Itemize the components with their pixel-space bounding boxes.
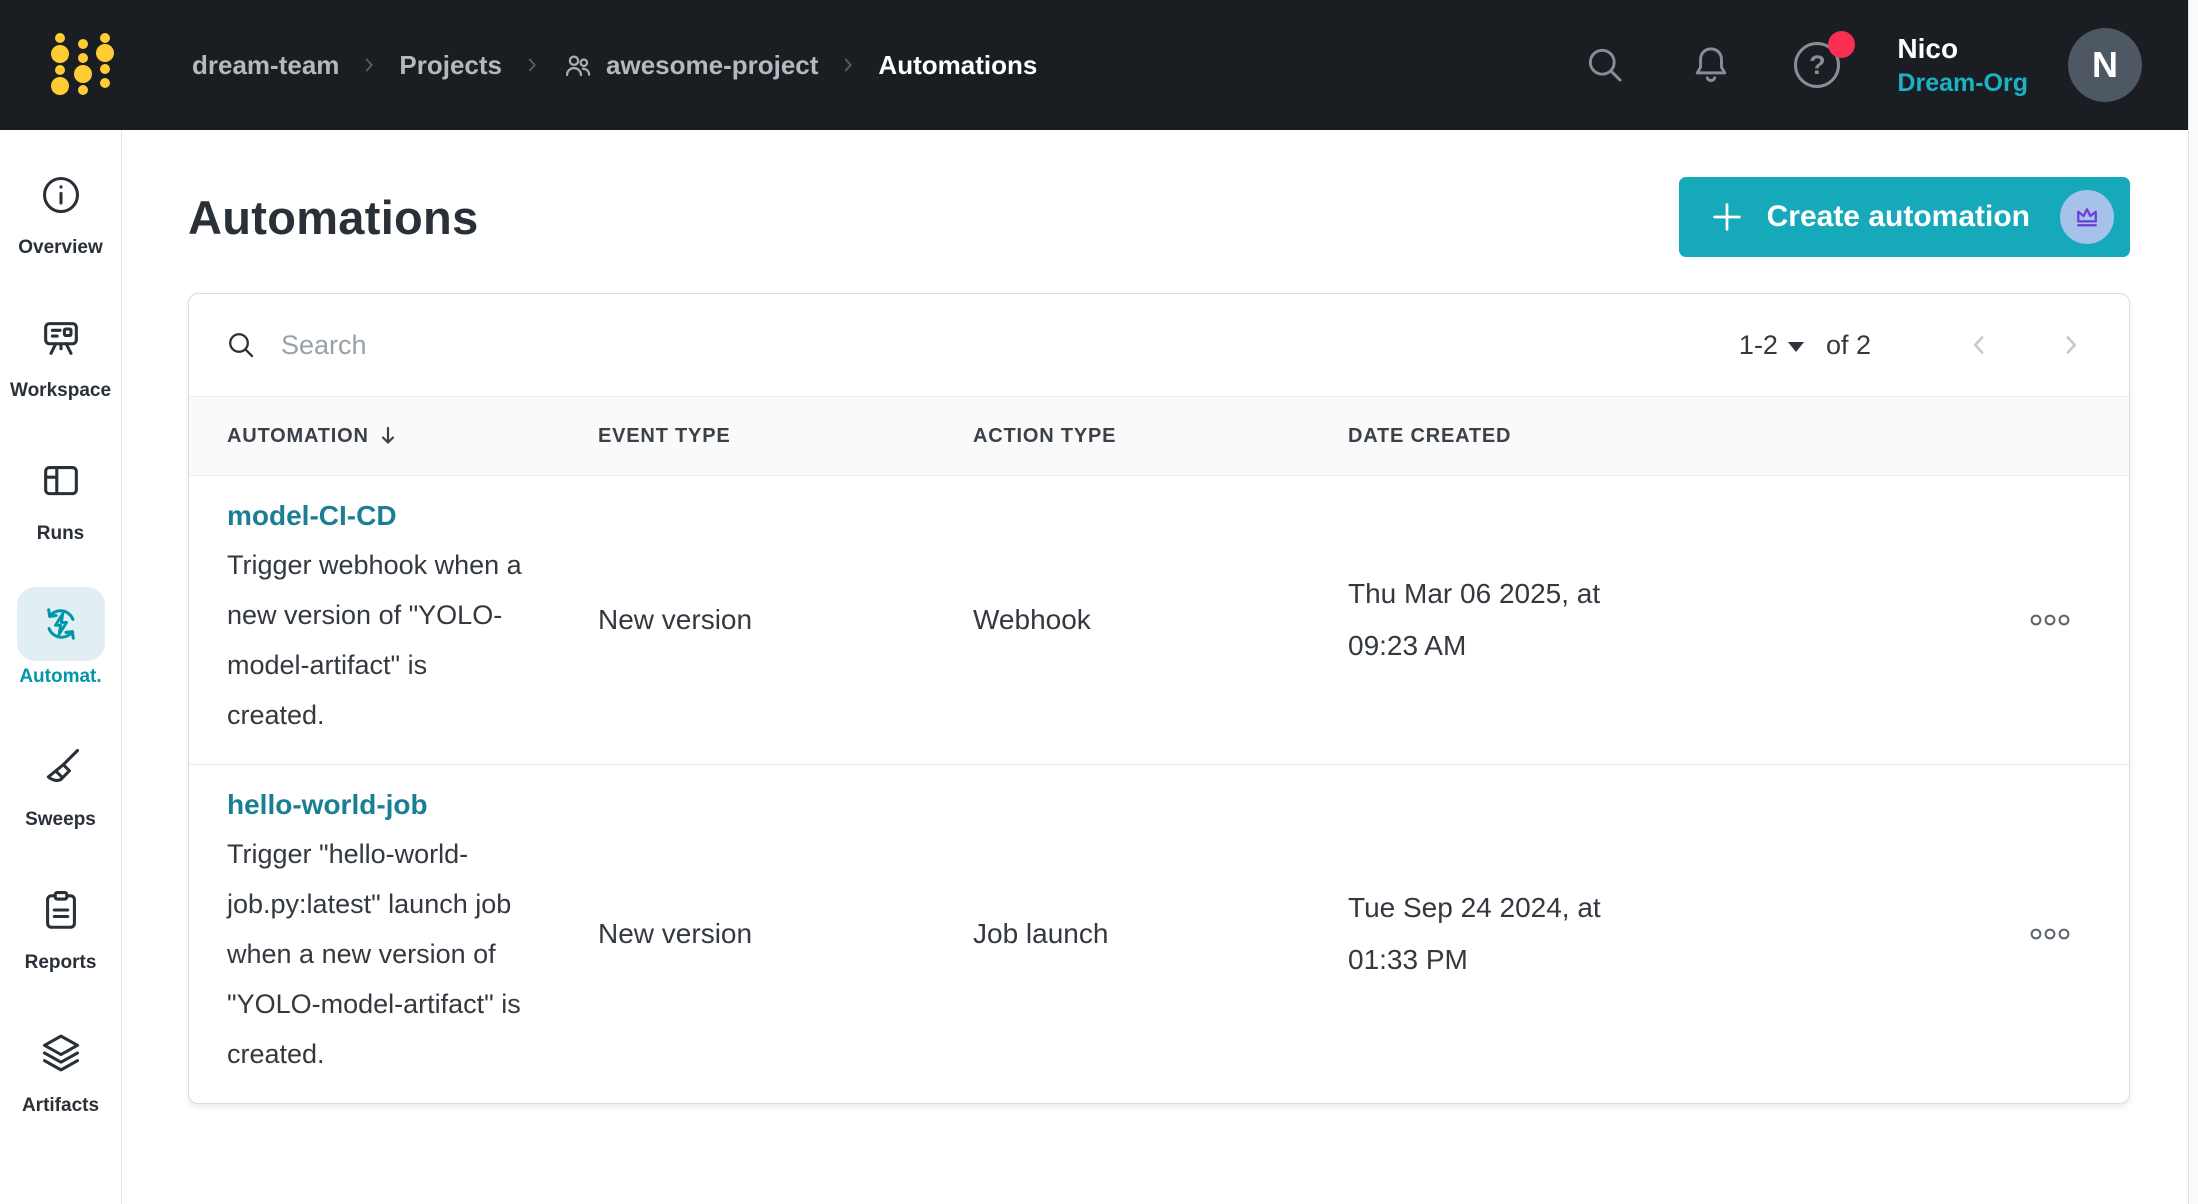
create-automation-button[interactable]: Create automation: [1679, 177, 2130, 257]
notifications-button[interactable]: [1685, 39, 1737, 91]
user-org: Dream-Org: [1897, 69, 2028, 98]
three-dots-menu-icon: [2029, 613, 2071, 627]
breadcrumb-project[interactable]: awesome-project: [562, 49, 818, 81]
crown-icon: [2072, 202, 2102, 232]
automation-name-link[interactable]: model-CI-CD: [227, 500, 598, 532]
sidebar-item-label: Workspace: [10, 380, 111, 402]
sidebar-item-label: Reports: [25, 952, 97, 974]
sidebar-item-runs[interactable]: Runs: [17, 444, 105, 545]
sidebar-icon-pill: [17, 158, 105, 232]
table-row: model-CI-CD Trigger webhook when a new v…: [189, 476, 2129, 764]
create-automation-label: Create automation: [1767, 200, 2030, 234]
sidebar-icon-pill: [17, 301, 105, 375]
top-navbar: dream-team Projects awesome-project: [0, 0, 2188, 130]
breadcrumb-team[interactable]: dream-team: [192, 50, 339, 81]
action-type-cell: Job launch: [973, 789, 1348, 1079]
automation-description: Trigger "hello-world-job.py:latest" laun…: [227, 829, 523, 1079]
row-menu-button[interactable]: [2023, 921, 2077, 947]
search-button[interactable]: [1579, 39, 1631, 91]
automations-table-card: 1-2 of 2 AUTOMAT: [188, 293, 2130, 1104]
sidebar-item-reports[interactable]: Reports: [17, 873, 105, 974]
chevron-left-icon: [1964, 330, 1994, 360]
premium-badge: [2060, 190, 2114, 244]
artifacts-layers-icon: [38, 1030, 84, 1076]
search-icon: [225, 329, 257, 361]
sidebar-item-overview[interactable]: Overview: [17, 158, 105, 259]
table-row: hello-world-job Trigger "hello-world-job…: [189, 764, 2129, 1103]
caret-down-icon: [1788, 342, 1804, 352]
bell-icon: [1689, 43, 1733, 87]
reports-clipboard-icon: [38, 887, 84, 933]
page-title: Automations: [188, 190, 479, 245]
chevron-right-icon: [2056, 330, 2086, 360]
date-created-cell: Thu Mar 06 2025, at 09:23 AM: [1348, 500, 1818, 740]
notification-dot: [1828, 31, 1855, 58]
main-content: Automations Create automation: [122, 130, 2188, 1204]
workspace-board-icon: [38, 315, 84, 361]
sidebar-item-label: Artifacts: [22, 1095, 99, 1117]
sidebar-item-label: Sweeps: [25, 809, 96, 831]
scrollbar[interactable]: [2188, 0, 2198, 1204]
sidebar-item-workspace[interactable]: Workspace: [10, 301, 111, 402]
sidebar-item-label: Automat.: [19, 666, 101, 688]
breadcrumb-projects[interactable]: Projects: [399, 50, 502, 81]
sweeps-broom-icon: [38, 744, 84, 790]
info-icon: [38, 172, 84, 218]
row-menu-button[interactable]: [2023, 607, 2077, 633]
automations-sync-bolt-icon: [38, 601, 84, 647]
date-created-cell: Tue Sep 24 2024, at 01:33 PM: [1348, 789, 1818, 1079]
action-type-cell: Webhook: [973, 500, 1348, 740]
automation-description: Trigger webhook when a new version of "Y…: [227, 540, 523, 740]
sidebar-icon-pill: [17, 444, 105, 518]
breadcrumb-current-page: Automations: [878, 50, 1037, 81]
page-range-dropdown[interactable]: 1-2: [1739, 330, 1804, 361]
three-dots-menu-icon: [2029, 927, 2071, 941]
page-range-value: 1-2: [1739, 330, 1778, 361]
plus-icon: [1709, 199, 1745, 235]
user-menu[interactable]: Nico Dream-Org: [1897, 33, 2028, 98]
automation-name-link[interactable]: hello-world-job: [227, 789, 598, 821]
sidebar-icon-pill: [17, 730, 105, 804]
sidebar-icon-pill: [17, 1016, 105, 1090]
sidebar-item-sweeps[interactable]: Sweeps: [17, 730, 105, 831]
event-type-cell: New version: [598, 789, 973, 1079]
breadcrumb-project-label: awesome-project: [606, 50, 818, 81]
sidebar-icon-pill: [17, 587, 105, 661]
next-page-button[interactable]: [2049, 323, 2093, 367]
search-icon: [1583, 43, 1627, 87]
column-header-automation[interactable]: AUTOMATION: [227, 425, 598, 448]
runs-table-icon: [38, 458, 84, 504]
sidebar-item-label: Runs: [37, 523, 85, 545]
pagination: 1-2 of 2: [1739, 323, 2093, 367]
automation-cell: hello-world-job Trigger "hello-world-job…: [227, 789, 598, 1079]
wandb-logo[interactable]: [42, 28, 122, 102]
sidebar-item-artifacts[interactable]: Artifacts: [17, 1016, 105, 1117]
breadcrumb: dream-team Projects awesome-project: [192, 49, 1037, 81]
prev-page-button[interactable]: [1957, 323, 2001, 367]
column-header-event-type[interactable]: EVENT TYPE: [598, 425, 973, 448]
sidebar-item-label: Overview: [18, 237, 103, 259]
project-sidebar: Overview Workspace: [0, 130, 122, 1204]
sidebar-item-automations[interactable]: Automat.: [17, 587, 105, 688]
column-header-action-type[interactable]: ACTION TYPE: [973, 425, 1348, 448]
pagination-total: of 2: [1826, 330, 1871, 361]
help-button[interactable]: ?: [1791, 39, 1843, 91]
sidebar-icon-pill: [17, 873, 105, 947]
column-header-date-created[interactable]: DATE CREATED: [1348, 425, 1818, 448]
wandb-dots-logo: [42, 28, 122, 102]
automation-cell: model-CI-CD Trigger webhook when a new v…: [227, 500, 598, 740]
user-name: Nico: [1897, 33, 2028, 65]
search-input[interactable]: [281, 330, 1739, 361]
arrow-down-icon: [378, 425, 398, 447]
avatar[interactable]: N: [2068, 28, 2142, 102]
chevron-right-icon: [521, 54, 543, 76]
team-members-icon: [562, 49, 594, 81]
chevron-right-icon: [358, 54, 380, 76]
table-header-row: AUTOMATION EVENT TYPE ACTION TYPE DATE C…: [189, 396, 2129, 476]
topbar-actions: ? Nico Dream-Org N: [1525, 28, 2142, 102]
event-type-cell: New version: [598, 500, 973, 740]
chevron-right-icon: [837, 54, 859, 76]
table-toolbar: 1-2 of 2: [189, 294, 2129, 396]
